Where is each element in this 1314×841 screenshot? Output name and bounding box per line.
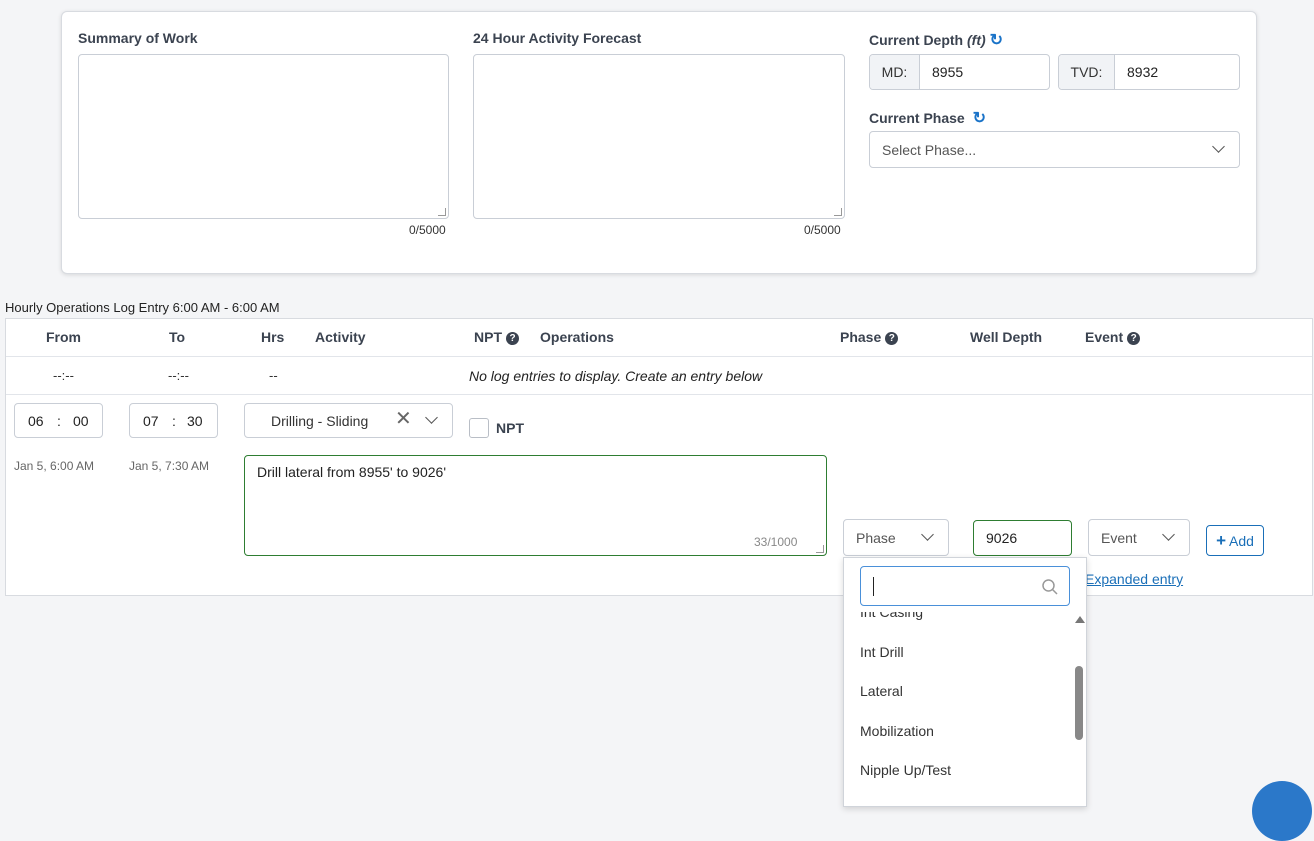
to-separator: : bbox=[172, 413, 176, 429]
npt-help-icon[interactable]: ? bbox=[506, 332, 519, 345]
phase-option[interactable]: Lateral bbox=[860, 683, 903, 699]
npt-checkbox-label: NPT bbox=[496, 420, 524, 436]
summary-of-work-label: Summary of Work bbox=[78, 30, 198, 46]
header-operations: Operations bbox=[540, 329, 614, 345]
event-placeholder: Event bbox=[1101, 529, 1137, 546]
from-minute[interactable]: 00 bbox=[73, 413, 89, 429]
log-title: Hourly Operations Log Entry 6:00 AM - 6:… bbox=[5, 300, 280, 315]
phase-option[interactable]: Int Drill bbox=[860, 644, 904, 660]
current-phase-label-text: Current Phase bbox=[869, 110, 965, 126]
current-phase-placeholder: Select Phase... bbox=[882, 141, 977, 158]
text-cursor bbox=[873, 577, 874, 596]
current-phase-select[interactable]: Select Phase... bbox=[869, 131, 1240, 168]
md-prefix: MD: bbox=[870, 55, 920, 89]
depth-unit: (ft) bbox=[967, 32, 986, 48]
from-time-input[interactable]: 06 : 00 bbox=[14, 403, 103, 438]
forecast-counter: 0/5000 bbox=[804, 223, 841, 237]
npt-checkbox[interactable] bbox=[469, 418, 489, 438]
summary-counter: 0/5000 bbox=[409, 223, 446, 237]
chat-fab-button[interactable] bbox=[1252, 781, 1312, 841]
header-event: Event? bbox=[1085, 329, 1141, 345]
expanded-entry-link[interactable]: Expanded entry bbox=[1085, 571, 1183, 587]
forecast-label: 24 Hour Activity Forecast bbox=[473, 30, 642, 46]
clear-icon[interactable]: ✕ bbox=[395, 409, 412, 429]
tvd-input-group: TVD: 8932 bbox=[1058, 54, 1240, 90]
phase-option[interactable]: Mobilization bbox=[860, 723, 934, 739]
md-input[interactable]: 8955 bbox=[920, 55, 963, 89]
well-depth-value: 9026 bbox=[986, 530, 1018, 546]
current-phase-label: Current Phase ↻ bbox=[869, 108, 986, 128]
scrollbar-thumb[interactable] bbox=[1075, 666, 1083, 740]
header-phase-text: Phase bbox=[840, 329, 882, 345]
header-npt-text: NPT bbox=[474, 329, 502, 345]
refresh-depth-icon[interactable]: ↻ bbox=[990, 32, 1003, 49]
operations-counter: 33/1000 bbox=[754, 535, 798, 549]
scroll-up-arrow-icon[interactable] bbox=[1075, 616, 1085, 623]
search-icon bbox=[1042, 579, 1058, 595]
header-from: From bbox=[46, 329, 81, 345]
from-separator: : bbox=[57, 413, 61, 429]
event-help-icon[interactable]: ? bbox=[1127, 332, 1141, 345]
to-minute[interactable]: 30 bbox=[187, 413, 203, 429]
from-date: Jan 5, 6:00 AM bbox=[14, 459, 95, 473]
to-date: Jan 5, 7:30 AM bbox=[129, 459, 210, 473]
phase-options-list: Int Casing Int Drill Lateral Mobilizatio… bbox=[844, 612, 1086, 806]
tvd-prefix: TVD: bbox=[1059, 55, 1115, 89]
summary-of-work-textarea[interactable] bbox=[78, 54, 449, 219]
plus-icon: + bbox=[1216, 530, 1226, 550]
activity-value: Drilling - Sliding bbox=[271, 412, 369, 429]
header-well-depth: Well Depth bbox=[970, 329, 1043, 345]
header-hrs: Hrs bbox=[261, 329, 285, 345]
phase-placeholder: Phase bbox=[856, 529, 896, 546]
tvd-input[interactable]: 8932 bbox=[1115, 55, 1158, 89]
current-depth-label-text: Current Depth bbox=[869, 32, 964, 48]
to-time-input[interactable]: 07 : 30 bbox=[129, 403, 218, 438]
empty-to: --:-- bbox=[168, 368, 189, 383]
event-select[interactable]: Event bbox=[1088, 519, 1190, 556]
well-depth-input[interactable]: 9026 bbox=[973, 520, 1072, 556]
phase-help-icon[interactable]: ? bbox=[885, 332, 899, 345]
phase-dropdown-menu: Int Casing Int Drill Lateral Mobilizatio… bbox=[843, 557, 1087, 807]
add-button-label: Add bbox=[1229, 532, 1254, 549]
empty-from: --:-- bbox=[53, 368, 74, 383]
header-activity: Activity bbox=[315, 329, 366, 345]
empty-message: No log entries to display. Create an ent… bbox=[469, 368, 763, 384]
to-hour[interactable]: 07 bbox=[143, 413, 159, 429]
forecast-textarea[interactable] bbox=[473, 54, 845, 219]
add-entry-button[interactable]: + Add bbox=[1206, 525, 1264, 556]
refresh-phase-icon[interactable]: ↻ bbox=[973, 110, 986, 127]
activity-select[interactable]: Drilling - Sliding bbox=[244, 403, 453, 438]
operations-text: Drill lateral from 8955' to 9026' bbox=[257, 464, 446, 480]
md-input-group: MD: 8955 bbox=[869, 54, 1050, 90]
header-event-text: Event bbox=[1085, 329, 1124, 345]
from-hour[interactable]: 06 bbox=[28, 413, 44, 429]
divider bbox=[6, 394, 1312, 395]
phase-option[interactable]: Int Casing bbox=[860, 612, 923, 620]
current-depth-label: Current Depth (ft) ↻ bbox=[869, 30, 1003, 50]
phase-search-input[interactable] bbox=[860, 566, 1070, 606]
header-npt: NPT? bbox=[474, 329, 519, 345]
empty-hrs: -- bbox=[269, 368, 278, 383]
divider bbox=[6, 356, 1312, 357]
phase-option[interactable]: Nipple Up/Test bbox=[860, 762, 951, 778]
phase-select[interactable]: Phase bbox=[843, 519, 949, 556]
header-to: To bbox=[169, 329, 186, 345]
header-phase: Phase? bbox=[840, 329, 899, 345]
